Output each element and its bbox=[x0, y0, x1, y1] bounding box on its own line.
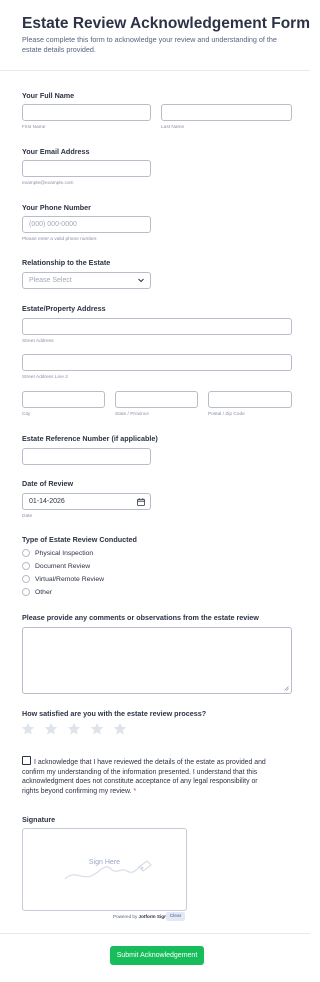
email-input[interactable] bbox=[22, 160, 151, 177]
star-icon[interactable] bbox=[90, 722, 104, 736]
email-sublabel: example@example.com bbox=[22, 181, 74, 186]
form-subtitle: Please complete this form to acknowledge… bbox=[22, 35, 277, 54]
rating-label: How satisfied are you with the estate re… bbox=[22, 709, 207, 718]
phone-placeholder: (000) 000-0000 bbox=[29, 221, 77, 228]
submit-button[interactable]: Submit Acknowledgement bbox=[110, 946, 204, 965]
relationship-label: Relationship to the Estate bbox=[22, 258, 111, 267]
phone-label: Your Phone Number bbox=[22, 203, 91, 212]
signature-scribble-icon bbox=[64, 860, 152, 880]
review-type-option[interactable]: Physical Inspection bbox=[22, 548, 93, 558]
required-mark: * bbox=[133, 787, 137, 795]
review-type-option[interactable]: Other bbox=[22, 587, 52, 597]
header-divider bbox=[0, 70, 310, 71]
star-icon[interactable] bbox=[113, 722, 127, 736]
signature-pad[interactable]: Sign Here bbox=[22, 828, 187, 911]
date-sublabel: Date bbox=[22, 514, 33, 519]
powered-prefix: Powered by bbox=[113, 914, 138, 919]
radio-button[interactable] bbox=[22, 588, 30, 596]
state-sublabel: State / Province bbox=[115, 412, 149, 417]
comments-textarea[interactable] bbox=[22, 627, 292, 694]
street-address-sublabel: Street Address bbox=[22, 339, 54, 344]
reference-input[interactable] bbox=[22, 448, 151, 465]
review-type-option-label: Physical Inspection bbox=[35, 549, 94, 557]
date-input[interactable]: 01-14-2026 bbox=[22, 493, 151, 510]
comments-label: Please provide any comments or observati… bbox=[22, 613, 259, 622]
date-value: 01-14-2026 bbox=[29, 498, 65, 505]
star-icon[interactable] bbox=[44, 722, 58, 736]
clear-signature-button[interactable]: Clear bbox=[166, 912, 185, 921]
powered-by: Powered by Jotform Sign bbox=[113, 914, 167, 919]
state-input[interactable] bbox=[115, 391, 198, 408]
reference-label: Estate Reference Number (if applicable) bbox=[22, 434, 158, 443]
review-type-option[interactable]: Document Review bbox=[22, 561, 90, 571]
radio-button[interactable] bbox=[22, 562, 30, 570]
form-title: Estate Review Acknowledgement Form bbox=[22, 15, 310, 32]
last-name-sublabel: Last Name bbox=[161, 125, 185, 130]
star-rating[interactable] bbox=[21, 722, 127, 736]
street-address-line2-sublabel: Street Address Line 2 bbox=[22, 375, 68, 380]
review-type-option-label: Document Review bbox=[35, 562, 91, 570]
relationship-selected: Please Select bbox=[29, 277, 72, 284]
signature-label: Signature bbox=[22, 815, 56, 824]
radio-button[interactable] bbox=[22, 575, 30, 583]
star-icon[interactable] bbox=[67, 722, 81, 736]
acknowledge-block: I acknowledge that I have reviewed the d… bbox=[22, 756, 274, 796]
review-type-option-label: Virtual/Remote Review bbox=[35, 575, 105, 583]
acknowledge-checkbox[interactable] bbox=[22, 756, 31, 765]
radio-button[interactable] bbox=[22, 549, 30, 557]
city-sublabel: City bbox=[22, 412, 31, 417]
email-label: Your Email Address bbox=[22, 147, 90, 156]
review-type-option-label: Other bbox=[35, 588, 52, 596]
first-name-sublabel: First Name bbox=[22, 125, 46, 130]
full-name-label: Your Full Name bbox=[22, 91, 75, 100]
review-type-label: Type of Estate Review Conducted bbox=[22, 535, 137, 544]
zip-sublabel: Postal / Zip Code bbox=[208, 412, 245, 417]
acknowledge-text: I acknowledge that I have reviewed the d… bbox=[22, 759, 266, 795]
relationship-select[interactable]: Please Select bbox=[22, 272, 151, 289]
street-address-input[interactable] bbox=[22, 318, 292, 335]
address-label: Estate/Property Address bbox=[22, 304, 106, 313]
footer-divider bbox=[0, 933, 310, 934]
calendar-icon[interactable] bbox=[137, 498, 145, 506]
phone-input[interactable]: (000) 000-0000 bbox=[22, 216, 151, 233]
resize-handle-icon[interactable] bbox=[284, 686, 289, 691]
review-type-option[interactable]: Virtual/Remote Review bbox=[22, 574, 104, 584]
phone-sublabel: Please enter a valid phone number. bbox=[22, 237, 98, 242]
jotform-sign-logo: Jotform Sign bbox=[138, 914, 167, 919]
last-name-input[interactable] bbox=[161, 104, 292, 121]
zip-input[interactable] bbox=[208, 391, 292, 408]
signature-placeholder: Sign Here bbox=[88, 859, 121, 866]
date-label: Date of Review bbox=[22, 479, 74, 488]
star-icon[interactable] bbox=[21, 722, 35, 736]
chevron-down-icon bbox=[138, 278, 144, 283]
first-name-input[interactable] bbox=[22, 104, 151, 121]
street-address-line2-input[interactable] bbox=[22, 354, 292, 371]
city-input[interactable] bbox=[22, 391, 105, 408]
